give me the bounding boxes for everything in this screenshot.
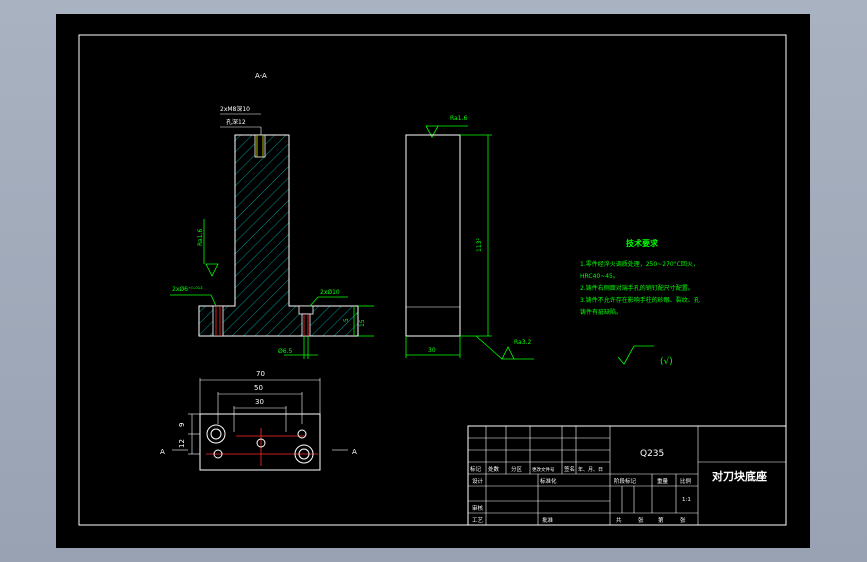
- plan-dim-left-a: 9: [178, 423, 186, 427]
- section-view: A-A 2xM8深10 孔深12 2xØ6⁺⁰·⁰¹² Ra1.6 2xØ10: [170, 72, 374, 359]
- tb-material: Q235: [640, 449, 664, 459]
- tb-sheet-unit-2: 张: [680, 516, 686, 524]
- section-view-title: A-A: [255, 72, 267, 80]
- thread-callout: 2xM8深10: [220, 105, 250, 113]
- tech-req-line-3: 2.铸件右侧面对端手孔的销钉配尺寸配置。: [580, 284, 694, 292]
- plan-dim-overall: 70: [256, 370, 265, 378]
- front-body: [405, 134, 461, 337]
- plan-dim-inner: 30: [255, 398, 264, 406]
- tech-req-title: 技术要求: [626, 238, 659, 248]
- title-block: 标记 处数 分区 更改文件号 签名 年、月、日 设计 标准化 审核 工艺 批准 …: [467, 425, 787, 526]
- tb-sheet-no: 第: [658, 516, 664, 524]
- cad-drawing: A-A 2xM8深10 孔深12 2xØ6⁺⁰·⁰¹² Ra1.6 2xØ10: [78, 34, 787, 526]
- tb-row-review: 审核: [472, 504, 484, 512]
- tb-hdr-1: 处数: [488, 465, 500, 473]
- tb-row-design: 设计: [472, 477, 484, 485]
- tb-scale-label: 比例: [680, 477, 692, 485]
- tb-hdr-5: 年、月、日: [578, 466, 603, 473]
- tb-approve-label: 批准: [542, 516, 554, 524]
- tb-scale-value: 1:1: [682, 497, 691, 503]
- technical-requirements: 技术要求 1.零件经淬火调质处理，250~270°C回火， HRC40~45。 …: [580, 238, 700, 367]
- tb-sheet-total: 共: [616, 516, 622, 524]
- counterbore-callout: 2xØ10: [320, 289, 340, 296]
- roughness-top: Ra1.6: [450, 115, 467, 122]
- bottom-diameter-dim: Ø6.5: [278, 348, 292, 355]
- roughness-left: Ra1.6: [197, 229, 204, 246]
- drawing-border: [78, 34, 787, 526]
- roughness-note: (√): [660, 356, 673, 367]
- tb-hdr-3: 更改文件号: [532, 466, 555, 473]
- tech-req-line-1: 1.零件经淬火调质处理，250~270°C回火，: [580, 260, 699, 268]
- svg-text:5: 5: [343, 318, 350, 322]
- front-width-dim: 30: [428, 347, 436, 354]
- front-height-dim: 113²: [476, 238, 483, 252]
- tb-std-label: 标准化: [540, 477, 557, 485]
- tb-weight-label: 重量: [657, 477, 669, 485]
- front-view: Ra1.6 113² 30 Ra3.2: [405, 115, 534, 360]
- tech-req-line-4: 3.铸件不允许存在影响手柱的砂眼、裂纹、孔: [580, 296, 700, 304]
- tb-hdr-2: 分区: [511, 465, 523, 473]
- tb-sheet-unit-1: 张: [638, 516, 644, 524]
- section-mark-left: A: [160, 448, 165, 456]
- tb-row-process: 工艺: [472, 517, 484, 524]
- drawing-sheet: A-A 2xM8深10 孔深12 2xØ6⁺⁰·⁰¹² Ra1.6 2xØ10: [56, 14, 810, 548]
- tb-hdr-0: 标记: [470, 465, 482, 473]
- tech-req-line-2: HRC40~45。: [580, 273, 619, 280]
- section-mark-right: A: [352, 448, 357, 456]
- side-hole-callout: 2xØ6⁺⁰·⁰¹²: [172, 286, 203, 293]
- hole-depth-callout: 孔深12: [226, 118, 246, 126]
- tb-part-name: 对刀块底座: [712, 469, 767, 483]
- tb-stage-label: 阶段标记: [614, 477, 637, 485]
- roughness-general-symbol: [617, 345, 654, 365]
- plan-view: 70 50 30 9 12 A A: [160, 370, 357, 471]
- plan-dim-mid: 50: [254, 384, 263, 392]
- plan-dim-left-b: 12: [178, 439, 186, 448]
- base-height-dim: 15: [359, 319, 366, 327]
- tech-req-line-5: 铸件有疵缺陷。: [580, 308, 622, 316]
- roughness-side: Ra3.2: [514, 339, 531, 346]
- tb-hdr-4: 签名: [564, 465, 575, 473]
